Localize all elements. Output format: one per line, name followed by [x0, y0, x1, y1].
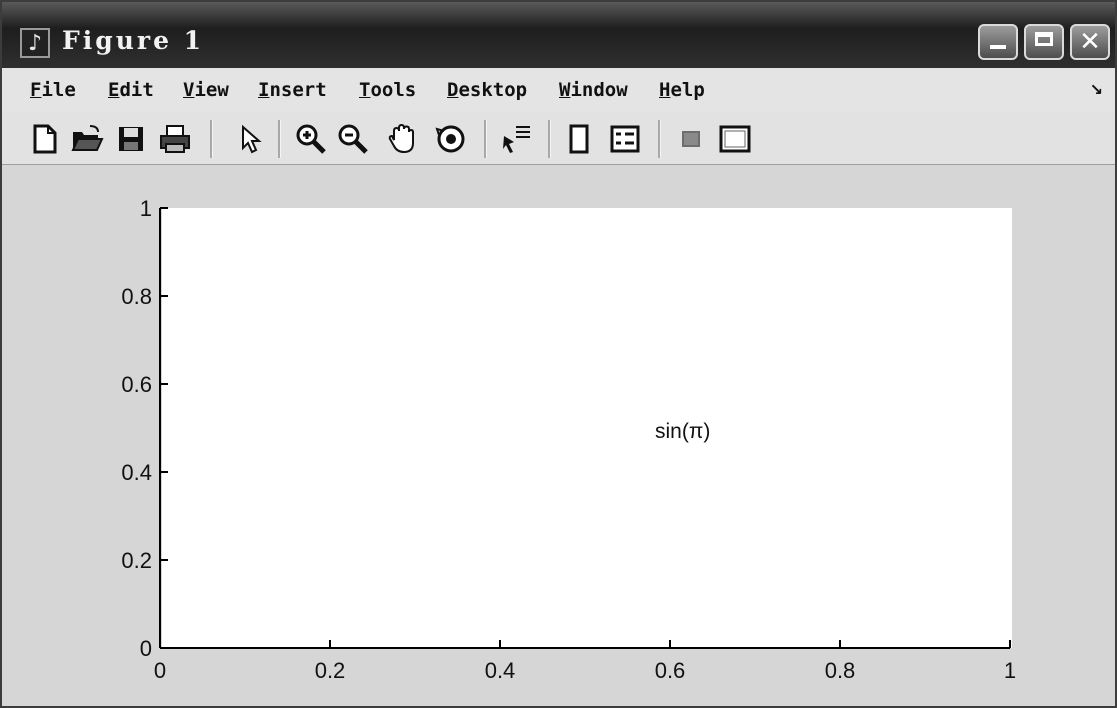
plot-axes: 0 0.2 0.4 0.6 0.8 1 0 0.2 0.4 0.6 0.8 1 sin(π) — [121, 196, 1016, 683]
x-tick-label: 1 — [1004, 658, 1016, 683]
x-tick-label: 0.8 — [825, 658, 856, 683]
x-tick-label: 0.4 — [485, 658, 516, 683]
plot-text-annotation: sin(π) — [655, 420, 710, 443]
y-tick-label: 1 — [140, 196, 152, 221]
y-tick-label: 0 — [140, 636, 152, 661]
x-tick-label: 0.2 — [315, 658, 346, 683]
y-tick-label: 0.8 — [121, 284, 152, 309]
y-tick-label: 0.4 — [121, 460, 152, 485]
x-tick-label: 0 — [154, 658, 166, 683]
figure-window: ♪ Figure 1 ✕ File Edit View Insert Tools… — [0, 0, 1117, 708]
y-tick-label: 0.6 — [121, 372, 152, 397]
y-tick-label: 0.2 — [121, 548, 152, 573]
x-tick-label: 0.6 — [655, 658, 686, 683]
